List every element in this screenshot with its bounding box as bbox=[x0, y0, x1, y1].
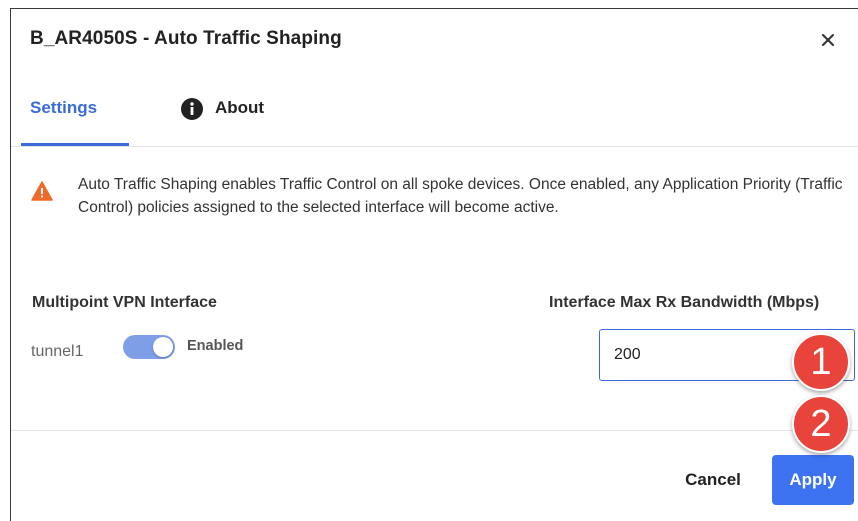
footer-divider bbox=[11, 430, 858, 431]
apply-button[interactable]: Apply bbox=[772, 455, 854, 505]
tab-settings[interactable]: Settings bbox=[21, 89, 129, 146]
tab-settings-label: Settings bbox=[30, 98, 98, 117]
step-callout-1: 1 bbox=[792, 333, 850, 391]
dialog-title: B_AR4050S - Auto Traffic Shaping bbox=[30, 28, 342, 49]
toggle-knob bbox=[153, 337, 173, 357]
close-icon[interactable] bbox=[819, 31, 837, 49]
tab-about-label: About bbox=[215, 98, 265, 117]
toggle-state-label: Enabled bbox=[187, 338, 244, 354]
auto-traffic-shaping-dialog: B_AR4050S - Auto Traffic Shaping Setting… bbox=[10, 8, 858, 521]
cancel-button[interactable]: Cancel bbox=[671, 459, 755, 501]
interface-name: tunnel1 bbox=[31, 343, 84, 360]
tab-divider bbox=[11, 146, 858, 147]
tab-bar: Settings About bbox=[11, 89, 858, 146]
enable-toggle[interactable] bbox=[123, 335, 175, 359]
bandwidth-header: Interface Max Rx Bandwidth (Mbps) bbox=[549, 294, 820, 311]
warning-message: Auto Traffic Shaping enables Traffic Con… bbox=[78, 176, 843, 216]
warning-triangle-icon bbox=[31, 181, 53, 201]
multipoint-vpn-interface-header: Multipoint VPN Interface bbox=[32, 294, 217, 311]
step-callout-2: 2 bbox=[792, 395, 850, 453]
info-icon bbox=[181, 98, 203, 120]
